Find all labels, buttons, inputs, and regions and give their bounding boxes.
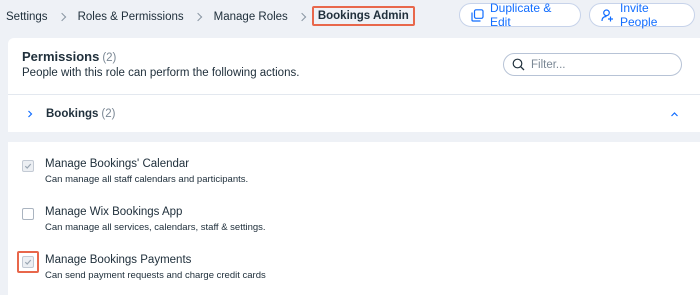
- filter-field[interactable]: [503, 53, 682, 76]
- permissions-count: (2): [102, 52, 117, 64]
- duplicate-edit-button[interactable]: Duplicate & Edit: [459, 1, 581, 29]
- permission-description: Can send payment requests and charge cre…: [45, 270, 266, 281]
- invite-people-label: Invite People: [620, 1, 658, 29]
- chevron-right-icon: [297, 12, 307, 21]
- filter-input[interactable]: [531, 58, 671, 71]
- check-icon: [24, 259, 32, 265]
- permission-item-app: Manage Wix Bookings App Can manage all s…: [8, 200, 700, 238]
- breadcrumb-current: Bookings Admin: [311, 6, 415, 26]
- breadcrumb-settings[interactable]: Settings: [6, 11, 48, 23]
- breadcrumb: Settings Roles & Permissions Manage Role…: [6, 6, 415, 26]
- checkbox-unchecked[interactable]: [22, 208, 34, 220]
- permission-list: Manage Bookings' Calendar Can manage all…: [8, 142, 700, 295]
- check-icon: [24, 163, 32, 169]
- chevron-right-icon: [28, 110, 33, 118]
- permission-name: Manage Bookings' Calendar: [45, 158, 190, 170]
- chevron-right-icon: [193, 12, 202, 21]
- permission-item-payments: Manage Bookings Payments Can send paymen…: [8, 248, 700, 286]
- search-icon: [512, 58, 525, 71]
- permission-item-calendar: Manage Bookings' Calendar Can manage all…: [8, 152, 700, 190]
- duplicate-icon: [471, 8, 484, 22]
- permission-name: Manage Wix Bookings App: [45, 206, 183, 218]
- section-spacer: [8, 132, 700, 142]
- duplicate-edit-label: Duplicate & Edit: [490, 1, 552, 29]
- bookings-section-header[interactable]: Bookings (2): [8, 95, 700, 132]
- permissions-title: Permissions (2): [22, 49, 116, 64]
- permissions-title-text: Permissions: [22, 49, 100, 64]
- checkbox-checked[interactable]: [22, 256, 34, 268]
- section-count: (2): [101, 108, 116, 120]
- top-bar: Settings Roles & Permissions Manage Role…: [0, 0, 700, 30]
- bookings-section-label: Bookings (2): [46, 108, 115, 120]
- invite-people-button[interactable]: Invite People: [589, 1, 695, 29]
- section-label-text: Bookings: [46, 108, 99, 120]
- permission-description: Can manage all services, calendars, staf…: [45, 222, 266, 233]
- breadcrumb-roles-permissions[interactable]: Roles & Permissions: [78, 11, 184, 23]
- checkbox-checked[interactable]: [22, 160, 34, 172]
- permissions-card: Permissions (2) People with this role can…: [8, 38, 700, 295]
- add-user-icon: [601, 8, 613, 21]
- permission-name: Manage Bookings Payments: [45, 254, 192, 266]
- chevron-up-icon[interactable]: [670, 111, 679, 118]
- chevron-right-icon: [57, 12, 66, 21]
- breadcrumb-manage-roles[interactable]: Manage Roles: [214, 11, 288, 23]
- permission-description: Can manage all staff calendars and parti…: [45, 174, 249, 185]
- permissions-subtitle: People with this role can perform the fo…: [22, 67, 300, 79]
